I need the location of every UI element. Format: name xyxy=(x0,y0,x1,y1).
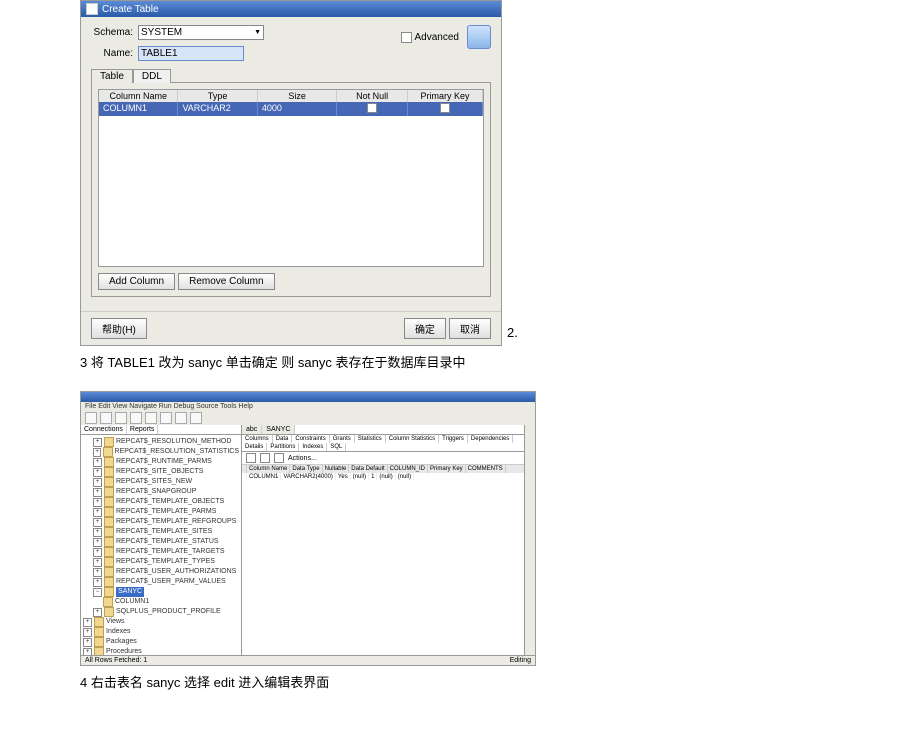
remove-column-button[interactable]: Remove Column xyxy=(178,273,274,290)
tree-folder[interactable]: +Procedures xyxy=(83,647,239,655)
window-titlebar xyxy=(81,392,535,402)
tool-icon[interactable] xyxy=(145,412,157,424)
tree-leaf[interactable]: COLUMN1 xyxy=(103,597,239,607)
col-header-size: Size xyxy=(258,90,337,102)
content-area: abc SANYC ColumnsDataConstraintsGrantsSt… xyxy=(242,425,524,655)
right-margin xyxy=(524,425,535,655)
tree-node[interactable]: +REPCAT$_RUNTIME_PARMS xyxy=(93,457,239,467)
tree-node[interactable]: +REPCAT$_SITES_NEW xyxy=(93,477,239,487)
detail-tab[interactable]: Grants xyxy=(330,435,355,443)
tool-icon[interactable] xyxy=(130,412,142,424)
status-left: All Rows Fetched: 1 xyxy=(85,657,147,664)
tree-folder[interactable]: +Views xyxy=(83,617,239,627)
tool-icon[interactable] xyxy=(100,412,112,424)
dialog-titlebar: Create Table xyxy=(81,1,501,17)
tool-icon[interactable] xyxy=(115,412,127,424)
tree-node[interactable]: +REPCAT$_TEMPLATE_PARMS xyxy=(93,507,239,517)
advanced-checkbox[interactable]: Advanced xyxy=(401,32,459,43)
tree-node[interactable]: +REPCAT$_TEMPLATE_REFGROUPS xyxy=(93,517,239,527)
detail-tab[interactable]: Dependencies xyxy=(468,435,513,443)
detail-tab[interactable]: Data xyxy=(273,435,293,443)
detail-tab[interactable]: Constraints xyxy=(292,435,329,443)
tree-node[interactable]: +REPCAT$_USER_AUTHORIZATIONS xyxy=(93,567,239,577)
sidebar: Connections Reports +REPCAT$_RESOLUTION_… xyxy=(81,425,242,655)
action-icon[interactable] xyxy=(260,453,270,463)
tree-node[interactable]: +SQLPLUS_PRODUCT_PROFILE xyxy=(93,607,239,617)
columns-grid: Column Name Type Size Not Null Primary K… xyxy=(98,89,484,267)
tree-node[interactable]: +REPCAT$_TEMPLATE_SITES xyxy=(93,527,239,537)
toolbar xyxy=(81,411,535,425)
detail-tab[interactable]: Triggers xyxy=(439,435,468,443)
tool-icon[interactable] xyxy=(160,412,172,424)
actions-dropdown[interactable]: Actions... xyxy=(288,455,317,462)
detail-tab[interactable]: Statistics xyxy=(355,435,386,443)
step-4-text: 4 右击表名 sanyc 选择 edit 进入编辑表界面 xyxy=(80,672,920,691)
detail-tab[interactable]: Details xyxy=(242,443,267,451)
tree-node[interactable]: +REPCAT$_SNAPGROUP xyxy=(93,487,239,497)
tree-node[interactable]: +REPCAT$_TEMPLATE_TARGETS xyxy=(93,547,239,557)
tree-folder[interactable]: +Indexes xyxy=(83,627,239,637)
name-label: Name: xyxy=(91,48,133,59)
sql-developer-window: File Edit View Navigate Run Debug Source… xyxy=(80,391,536,666)
action-icon[interactable] xyxy=(274,453,284,463)
create-table-dialog: Create Table Schema: SYSTEM ▼ Name: TABL… xyxy=(80,0,502,346)
col-header-name: Column Name xyxy=(99,90,178,102)
database-icon xyxy=(467,25,491,49)
cancel-button[interactable]: 取消 xyxy=(449,318,491,339)
content-tab[interactable]: SANYC xyxy=(262,425,295,434)
ok-button[interactable]: 确定 xyxy=(404,318,446,339)
col-header-notnull: Not Null xyxy=(337,90,408,102)
data-row[interactable]: COLUMN1VARCHAR2(4000)Yes(null)1(null)(nu… xyxy=(242,473,524,481)
tree-node[interactable]: +REPCAT$_TEMPLATE_STATUS xyxy=(93,537,239,547)
chevron-down-icon: ▼ xyxy=(254,29,261,36)
tab-ddl[interactable]: DDL xyxy=(133,69,171,83)
detail-tab[interactable]: SQL xyxy=(327,443,346,451)
tool-icon[interactable] xyxy=(190,412,202,424)
menu-bar[interactable]: File Edit View Navigate Run Debug Source… xyxy=(81,402,535,411)
tree-node[interactable]: +REPCAT$_TEMPLATE_OBJECTS xyxy=(93,497,239,507)
status-right: Editing xyxy=(510,657,531,664)
tree-node[interactable]: +REPCAT$_SITE_OBJECTS xyxy=(93,467,239,477)
tree-node-selected[interactable]: −SANYC xyxy=(93,587,239,597)
col-header-type: Type xyxy=(178,90,257,102)
tool-icon[interactable] xyxy=(85,412,97,424)
tab-connections[interactable]: Connections xyxy=(81,425,127,434)
tab-table[interactable]: Table xyxy=(91,69,133,83)
tree-node[interactable]: +REPCAT$_TEMPLATE_TYPES xyxy=(93,557,239,567)
schema-combo[interactable]: SYSTEM ▼ xyxy=(138,25,264,40)
detail-tab[interactable]: Partitions xyxy=(267,443,299,451)
table-row[interactable]: COLUMN1 VARCHAR2 4000 xyxy=(99,102,483,116)
detail-tabs: ColumnsDataConstraintsGrantsStatisticsCo… xyxy=(242,435,524,452)
add-column-button[interactable]: Add Column xyxy=(98,273,175,290)
content-tab[interactable]: abc xyxy=(242,425,262,434)
help-button[interactable]: 帮助(H) xyxy=(91,318,147,339)
object-tree[interactable]: +REPCAT$_RESOLUTION_METHOD+REPCAT$_RESOL… xyxy=(81,435,241,655)
name-input[interactable]: TABLE1 xyxy=(138,46,244,61)
tab-reports[interactable]: Reports xyxy=(127,425,159,434)
tree-node[interactable]: +REPCAT$_USER_PARM_VALUES xyxy=(93,577,239,587)
table-icon xyxy=(86,3,98,15)
col-header-pk: Primary Key xyxy=(408,90,483,102)
detail-tab[interactable]: Indexes xyxy=(299,443,327,451)
checkbox-icon xyxy=(401,32,412,43)
detail-tab[interactable]: Column Statistics xyxy=(386,435,439,443)
schema-label: Schema: xyxy=(91,27,133,38)
action-icon[interactable] xyxy=(246,453,256,463)
step-3-text: 3 将 TABLE1 改为 sanyc 单击确定 则 sanyc 表存在于数据库… xyxy=(80,352,920,371)
data-header: Column NameData TypeNullableData Default… xyxy=(242,465,524,473)
grid-empty-area xyxy=(99,116,483,266)
tree-node[interactable]: +REPCAT$_RESOLUTION_METHOD xyxy=(93,437,239,447)
pk-checkbox[interactable] xyxy=(440,103,450,113)
dialog-title: Create Table xyxy=(102,4,159,15)
step-2-label: 2. xyxy=(507,325,518,340)
notnull-checkbox[interactable] xyxy=(367,103,377,113)
tree-folder[interactable]: +Packages xyxy=(83,637,239,647)
detail-tab[interactable]: Columns xyxy=(242,435,273,443)
tool-icon[interactable] xyxy=(175,412,187,424)
tree-node[interactable]: +REPCAT$_RESOLUTION_STATISTICS xyxy=(93,447,239,457)
